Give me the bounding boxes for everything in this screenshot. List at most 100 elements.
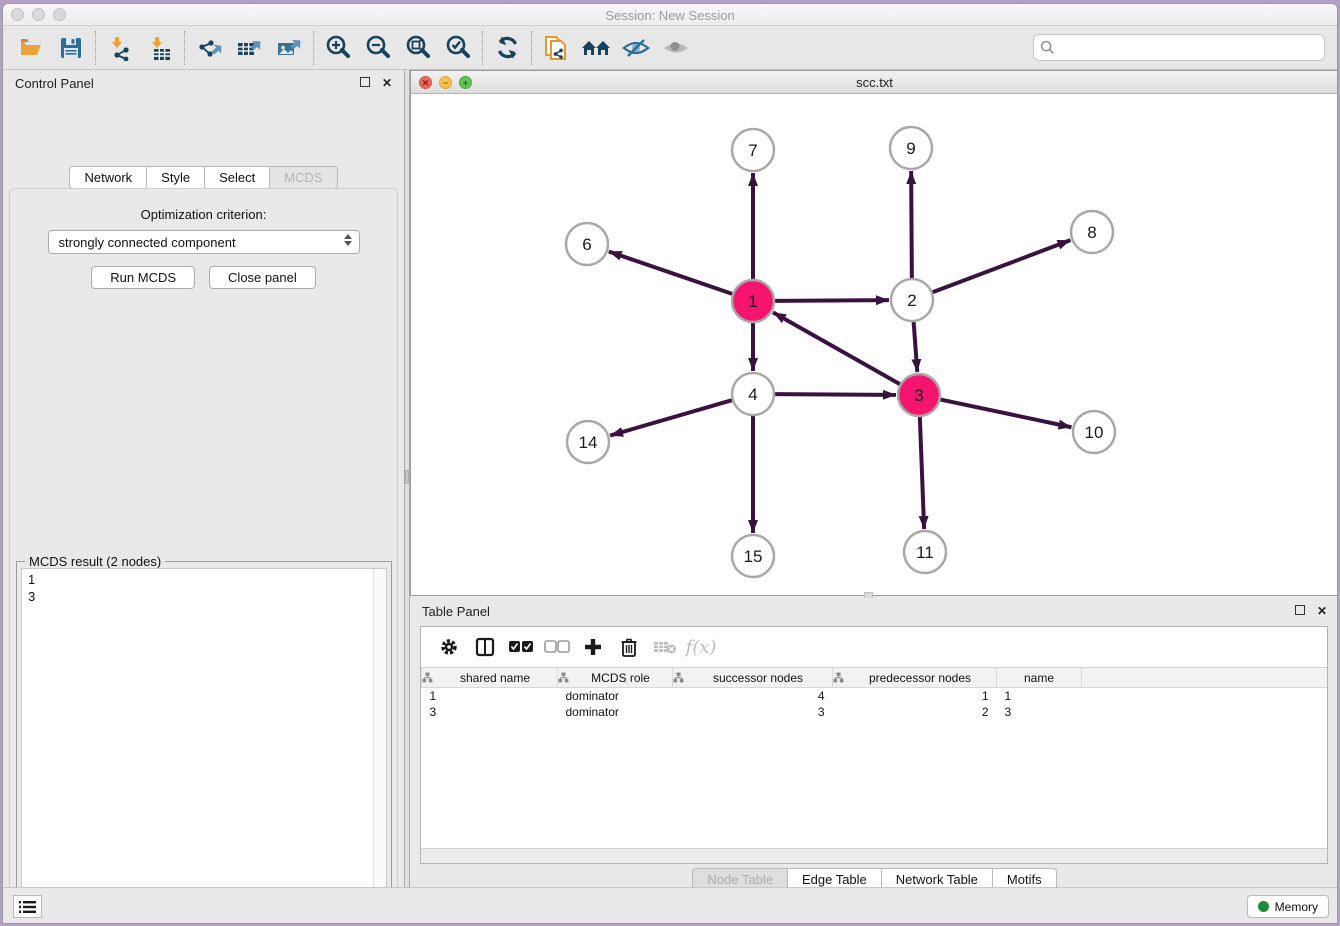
import-table-icon	[147, 35, 173, 61]
graph-node-label: 6	[582, 235, 591, 254]
column-type-icon	[422, 672, 433, 683]
graph-node-label: 7	[748, 141, 757, 160]
column-header-successor-nodes[interactable]: successor nodes	[673, 668, 833, 688]
graph-edge-2-8[interactable]	[933, 240, 1071, 292]
main-titlebar: Session: New Session	[3, 4, 1337, 26]
network-canvas[interactable]: 7968124314101511	[411, 94, 1338, 595]
close-panel-button[interactable]: Close panel	[209, 266, 316, 289]
column-header-filler	[1082, 668, 1328, 688]
checked-boxes-icon	[508, 640, 534, 654]
export-network-icon	[196, 35, 222, 61]
control-panel-title: Control Panel	[15, 76, 94, 91]
table-toolbar: f(x)	[421, 627, 1327, 667]
node-table: shared name MCDS role successor nodes pr…	[421, 667, 1327, 720]
optimization-criterion-select[interactable]: strongly connected component	[48, 230, 360, 254]
status-bar: Memory	[3, 887, 1337, 923]
hide-selected-button[interactable]	[616, 30, 656, 66]
deselect-all-columns-button[interactable]	[541, 632, 573, 662]
select-all-columns-button[interactable]	[505, 632, 537, 662]
function-builder-button[interactable]: f(x)	[685, 632, 717, 662]
network-title: scc.txt	[411, 75, 1338, 90]
import-table-button[interactable]	[140, 30, 180, 66]
table-float-panel-icon[interactable]	[1295, 605, 1305, 617]
first-neighbors-button[interactable]	[576, 30, 616, 66]
main-toolbar	[3, 26, 1337, 70]
toolbar-separator	[313, 31, 314, 65]
mcds-result-line: 1	[28, 571, 380, 588]
zoom-out-button[interactable]	[358, 30, 398, 66]
graph-node-label: 4	[748, 385, 757, 404]
dropdown-arrows-icon	[344, 234, 352, 246]
splitter-grip[interactable]	[405, 470, 409, 484]
search-input[interactable]	[1059, 40, 1318, 55]
graph-edge-4-3[interactable]	[775, 394, 896, 395]
table-horizontal-scrollbar[interactable]	[421, 848, 1327, 863]
export-image-button[interactable]	[269, 30, 309, 66]
mcds-result-textarea[interactable]: 1 3	[21, 568, 387, 924]
first-neighbors-houses-icon	[580, 35, 612, 61]
network-window-titlebar[interactable]: ✕ − + scc.txt	[411, 71, 1338, 94]
table-close-panel-icon[interactable]: ✕	[1317, 605, 1327, 617]
open-folder-icon	[18, 35, 44, 61]
graph-node-label: 14	[579, 433, 598, 452]
memory-status-icon	[1258, 901, 1269, 912]
new-network-from-selection-icon	[542, 33, 570, 63]
mcds-result-title: MCDS result (2 nodes)	[25, 554, 165, 569]
task-history-button[interactable]	[13, 895, 42, 918]
delete-column-button[interactable]	[613, 632, 645, 662]
graph-node-label: 15	[744, 547, 763, 566]
export-table-button[interactable]	[229, 30, 269, 66]
add-column-button[interactable]	[577, 632, 609, 662]
run-mcds-button[interactable]: Run MCDS	[91, 266, 195, 289]
save-session-button[interactable]	[51, 30, 91, 66]
column-header-predecessor-nodes[interactable]: predecessor nodes	[833, 668, 997, 688]
tab-select[interactable]: Select	[205, 166, 270, 189]
show-all-button[interactable]	[656, 30, 696, 66]
zoom-fit-button[interactable]	[398, 30, 438, 66]
graph-node-label: 8	[1087, 223, 1096, 242]
column-header-shared-name[interactable]: shared name	[422, 668, 558, 688]
table-row[interactable]: 1 dominator 4 1 1	[422, 688, 1328, 704]
plus-icon	[583, 637, 603, 657]
unchecked-boxes-icon	[544, 640, 570, 654]
zoom-in-button[interactable]	[318, 30, 358, 66]
column-layout-button[interactable]	[469, 632, 501, 662]
graph-edge-1-2[interactable]	[775, 300, 889, 301]
toolbar-separator	[184, 31, 185, 65]
import-network-button[interactable]	[100, 30, 140, 66]
float-panel-icon[interactable]	[360, 77, 370, 89]
new-network-from-selection-button[interactable]	[536, 30, 576, 66]
column-header-name[interactable]: name	[997, 668, 1082, 688]
tab-style[interactable]: Style	[147, 166, 205, 189]
refresh-button[interactable]	[487, 30, 527, 66]
graph-edge-3-10[interactable]	[941, 400, 1072, 428]
zoom-selected-button[interactable]	[438, 30, 478, 66]
delete-table-button[interactable]	[649, 632, 681, 662]
search-field[interactable]	[1033, 34, 1325, 61]
table-header-row: shared name MCDS role successor nodes pr…	[422, 668, 1328, 688]
list-icon	[19, 900, 36, 914]
toolbar-separator	[531, 31, 532, 65]
column-header-mcds-role[interactable]: MCDS role	[558, 668, 673, 688]
graph-edge-1-6[interactable]	[609, 251, 732, 293]
close-panel-icon[interactable]: ✕	[382, 77, 392, 89]
graph-edge-2-9[interactable]	[911, 171, 912, 278]
table-row[interactable]: 3 dominator 3 2 3	[422, 704, 1328, 720]
memory-button[interactable]: Memory	[1247, 895, 1329, 918]
graph-edge-2-3[interactable]	[914, 322, 918, 372]
dropdown-value: strongly connected component	[59, 235, 236, 250]
graph-edge-4-14[interactable]	[610, 400, 732, 435]
graph-edge-3-1[interactable]	[773, 312, 900, 384]
open-session-button[interactable]	[11, 30, 51, 66]
toolbar-separator	[95, 31, 96, 65]
memory-label: Memory	[1275, 900, 1318, 914]
export-network-button[interactable]	[189, 30, 229, 66]
result-scrollbar[interactable]	[373, 569, 386, 924]
graph-edge-3-11[interactable]	[920, 417, 924, 529]
table-settings-button[interactable]	[433, 632, 465, 662]
hide-selected-eye-slash-icon	[621, 35, 651, 61]
node-table-view: f(x) shared name MCDS role	[420, 626, 1328, 864]
mcds-result-groupbox: MCDS result (2 nodes) 1 3	[16, 561, 392, 924]
tab-network[interactable]: Network	[69, 166, 147, 189]
tab-mcds[interactable]: MCDS	[270, 166, 337, 189]
